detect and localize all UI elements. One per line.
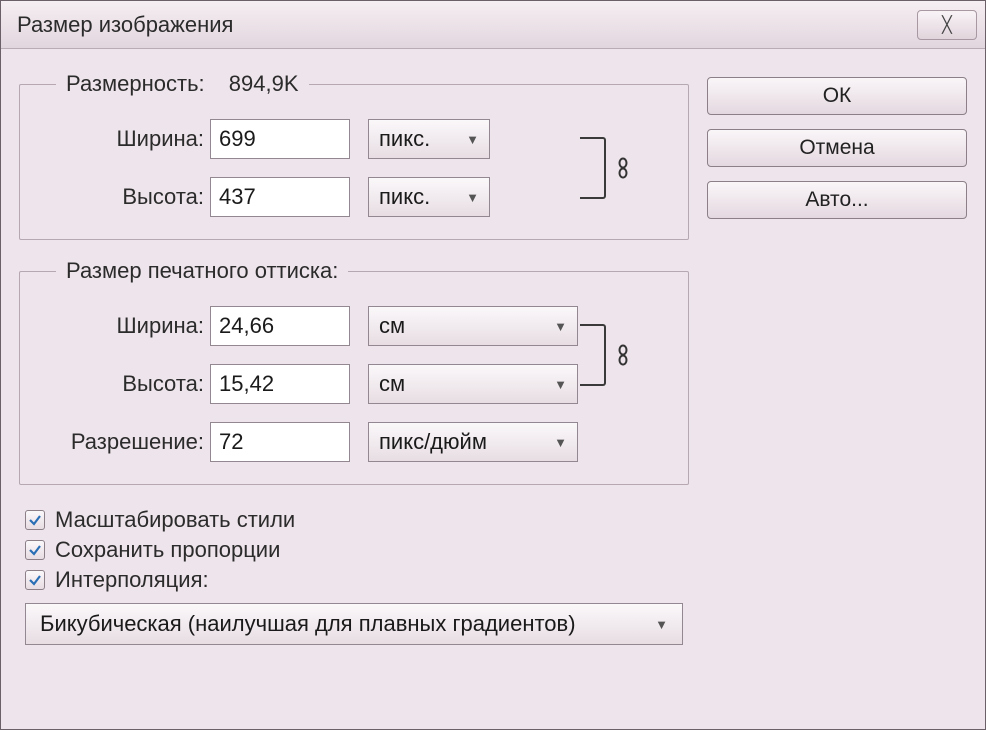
pixel-link-bracket	[580, 137, 606, 199]
print-height-row: Высота: см ▼	[40, 364, 668, 404]
window-title: Размер изображения	[17, 12, 233, 38]
pixel-height-input[interactable]	[210, 177, 350, 217]
resample-checkbox[interactable]	[25, 570, 45, 590]
chain-link-icon	[614, 344, 632, 366]
print-height-unit-select[interactable]: см ▼	[368, 364, 578, 404]
chevron-down-icon: ▼	[466, 132, 479, 147]
print-rows: Ширина: см ▼ Высота: см ▼	[40, 306, 668, 462]
chevron-down-icon: ▼	[554, 319, 567, 334]
pixel-height-row: Высота: пикс. ▼	[40, 177, 668, 217]
resolution-input[interactable]	[210, 422, 350, 462]
print-width-unit-value: см	[379, 313, 405, 339]
chain-link-icon	[614, 157, 632, 179]
close-button[interactable]: ╳	[917, 10, 977, 40]
print-height-input[interactable]	[210, 364, 350, 404]
constrain-proportions-checkbox[interactable]	[25, 540, 45, 560]
dialog-body: Размерность: 894,9K Ширина: пикс. ▼ Высо…	[1, 49, 985, 729]
close-icon: ╳	[942, 15, 952, 35]
cancel-button[interactable]: Отмена	[707, 129, 967, 167]
print-width-label: Ширина:	[40, 313, 210, 339]
print-width-unit-select[interactable]: см ▼	[368, 306, 578, 346]
chevron-down-icon: ▼	[554, 435, 567, 450]
options-block: Масштабировать стили Сохранить пропорции…	[19, 503, 689, 645]
pixel-dimensions-label: Размерность:	[66, 71, 205, 96]
print-width-input[interactable]	[210, 306, 350, 346]
checkmark-icon	[28, 543, 42, 557]
image-size-dialog: Размер изображения ╳ Размерность: 894,9K…	[0, 0, 986, 730]
pixel-width-unit-value: пикс.	[379, 126, 430, 152]
resolution-unit-value: пикс/дюйм	[379, 429, 487, 455]
constrain-proportions-label: Сохранить пропорции	[55, 537, 280, 563]
print-width-row: Ширина: см ▼	[40, 306, 668, 346]
right-column: ОК Отмена Авто...	[707, 71, 967, 707]
ok-button[interactable]: ОК	[707, 77, 967, 115]
resample-row[interactable]: Интерполяция:	[25, 567, 689, 593]
pixel-width-label: Ширина:	[40, 126, 210, 152]
constrain-proportions-row[interactable]: Сохранить пропорции	[25, 537, 689, 563]
print-link-bracket	[580, 324, 606, 386]
resample-method-value: Бикубическая (наилучшая для плавных град…	[40, 611, 576, 637]
resample-label: Интерполяция:	[55, 567, 209, 593]
resolution-row: Разрешение: пикс/дюйм ▼	[40, 422, 668, 462]
resolution-label: Разрешение:	[40, 429, 210, 455]
checkmark-icon	[28, 573, 42, 587]
resample-method-select[interactable]: Бикубическая (наилучшая для плавных град…	[25, 603, 683, 645]
chevron-down-icon: ▼	[554, 377, 567, 392]
print-height-unit-value: см	[379, 371, 405, 397]
pixel-height-unit-value: пикс.	[379, 184, 430, 210]
pixel-width-row: Ширина: пикс. ▼	[40, 119, 668, 159]
auto-button[interactable]: Авто...	[707, 181, 967, 219]
checkmark-icon	[28, 513, 42, 527]
file-size-readout: 894,9K	[229, 71, 299, 96]
scale-styles-label: Масштабировать стили	[55, 507, 295, 533]
scale-styles-checkbox[interactable]	[25, 510, 45, 530]
chevron-down-icon: ▼	[466, 190, 479, 205]
scale-styles-row[interactable]: Масштабировать стили	[25, 507, 689, 533]
pixel-width-input[interactable]	[210, 119, 350, 159]
left-column: Размерность: 894,9K Ширина: пикс. ▼ Высо…	[19, 71, 689, 707]
resolution-unit-select[interactable]: пикс/дюйм ▼	[368, 422, 578, 462]
titlebar: Размер изображения ╳	[1, 1, 985, 49]
print-size-group: Размер печатного оттиска: Ширина: см ▼ В…	[19, 258, 689, 485]
print-size-legend: Размер печатного оттиска:	[56, 258, 348, 284]
pixel-rows: Ширина: пикс. ▼ Высота: пикс. ▼	[40, 119, 668, 217]
pixel-dimensions-group: Размерность: 894,9K Ширина: пикс. ▼ Высо…	[19, 71, 689, 240]
pixel-height-unit-select[interactable]: пикс. ▼	[368, 177, 490, 217]
pixel-width-unit-select[interactable]: пикс. ▼	[368, 119, 490, 159]
chevron-down-icon: ▼	[655, 617, 668, 632]
pixel-height-label: Высота:	[40, 184, 210, 210]
print-height-label: Высота:	[40, 371, 210, 397]
pixel-dimensions-legend: Размерность: 894,9K	[56, 71, 309, 97]
